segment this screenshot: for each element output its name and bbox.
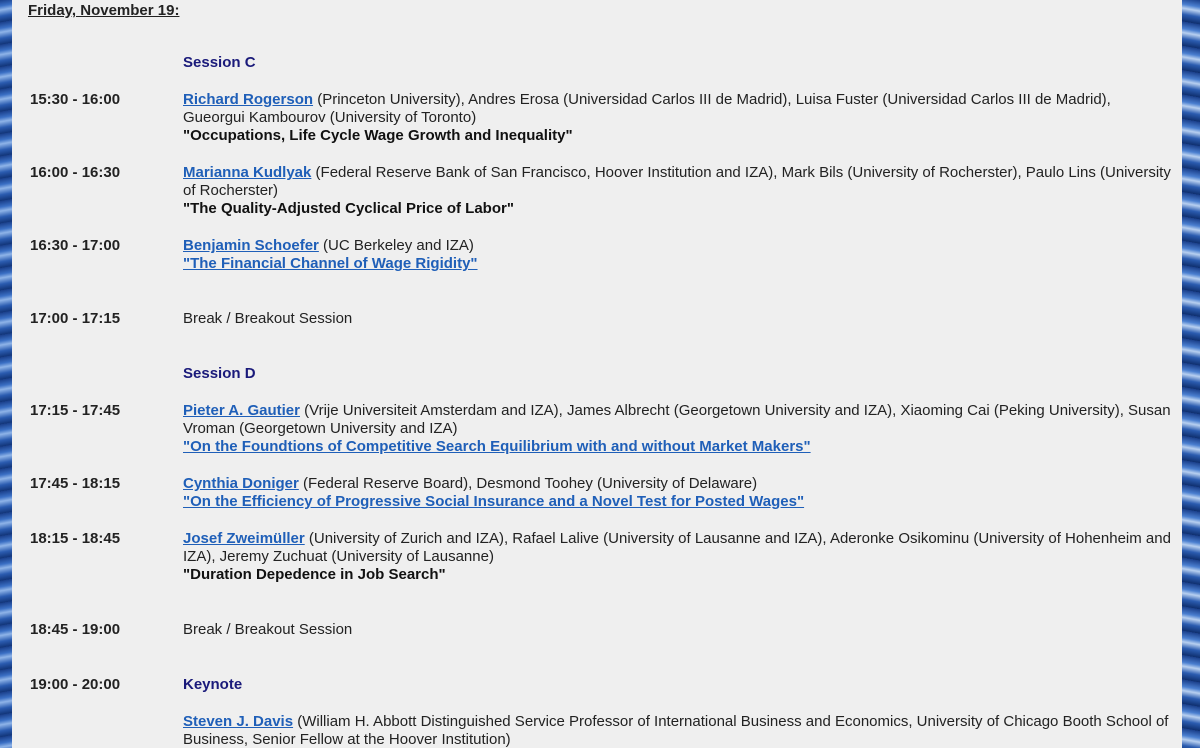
left-decorative-border bbox=[0, 0, 12, 748]
speaker-link[interactable]: Pieter A. Gautier bbox=[183, 402, 300, 419]
talk-time: 18:15 - 18:45 bbox=[30, 530, 121, 547]
speaker-link[interactable]: Cynthia Doniger bbox=[183, 475, 299, 492]
talk-time: 17:15 - 17:45 bbox=[30, 402, 121, 419]
talk-content: Marianna Kudlyak (Federal Reserve Bank o… bbox=[183, 164, 1173, 218]
talk-title-link[interactable]: "On the Foundtions of Competitive Search… bbox=[183, 438, 811, 455]
session-d-label: Session D bbox=[183, 365, 256, 382]
talk-title: "Duration Depedence in Job Search" bbox=[183, 566, 446, 583]
talk-authors: (Princeton University), Andres Erosa (Un… bbox=[183, 91, 1111, 126]
talk-authors: (UC Berkeley and IZA) bbox=[318, 237, 474, 254]
talk-authors: (Vrije Universiteit Amsterdam and IZA), … bbox=[183, 402, 1171, 437]
keynote-speaker-link[interactable]: Steven J. Davis bbox=[183, 713, 293, 730]
talk-content: Richard Rogerson (Princeton University),… bbox=[183, 91, 1173, 145]
break-time: 17:00 - 17:15 bbox=[30, 310, 121, 327]
speaker-link[interactable]: Josef Zweimüller bbox=[183, 530, 305, 547]
talk-time: 17:45 - 18:15 bbox=[30, 475, 121, 492]
talk-time: 16:30 - 17:00 bbox=[30, 237, 121, 254]
program-page: Friday, November 19: Session C 15:30 - 1… bbox=[12, 0, 1182, 748]
talk-content: Josef Zweimüller (University of Zurich a… bbox=[183, 530, 1173, 584]
talk-title: "The Quality-Adjusted Cyclical Price of … bbox=[183, 200, 514, 217]
talk-authors: (Federal Reserve Bank of San Francisco, … bbox=[183, 164, 1171, 199]
speaker-link[interactable]: Marianna Kudlyak bbox=[183, 164, 311, 181]
speaker-link[interactable]: Benjamin Schoefer bbox=[183, 237, 319, 254]
right-decorative-border bbox=[1182, 0, 1200, 748]
break-label: Break / Breakout Session bbox=[183, 310, 353, 327]
talk-time: 15:30 - 16:00 bbox=[30, 91, 121, 108]
day-heading: Friday, November 19: bbox=[28, 2, 180, 19]
keynote-content: Steven J. Davis (William H. Abbott Disti… bbox=[183, 713, 1173, 748]
talk-authors: (Federal Reserve Board), Desmond Toohey … bbox=[298, 475, 758, 492]
talk-content: Benjamin Schoefer (UC Berkeley and IZA) … bbox=[183, 237, 1173, 273]
talk-content: Cynthia Doniger (Federal Reserve Board),… bbox=[183, 475, 1173, 511]
talk-content: Pieter A. Gautier (Vrije Universiteit Am… bbox=[183, 402, 1173, 456]
keynote-label: Keynote bbox=[183, 676, 243, 693]
talk-time: 16:00 - 16:30 bbox=[30, 164, 121, 181]
break-label: Break / Breakout Session bbox=[183, 621, 353, 638]
talk-title: "Occupations, Life Cycle Wage Growth and… bbox=[183, 127, 573, 144]
session-c-label: Session C bbox=[183, 54, 256, 71]
break-time: 18:45 - 19:00 bbox=[30, 621, 121, 638]
talk-authors: (University of Zurich and IZA), Rafael L… bbox=[183, 530, 1171, 565]
talk-title-link[interactable]: "On the Efficiency of Progressive Social… bbox=[183, 493, 804, 510]
keynote-affiliation: (William H. Abbott Distinguished Service… bbox=[183, 713, 1169, 748]
keynote-time: 19:00 - 20:00 bbox=[30, 676, 121, 693]
talk-title-link[interactable]: "The Financial Channel of Wage Rigidity" bbox=[183, 255, 478, 272]
speaker-link[interactable]: Richard Rogerson bbox=[183, 91, 313, 108]
